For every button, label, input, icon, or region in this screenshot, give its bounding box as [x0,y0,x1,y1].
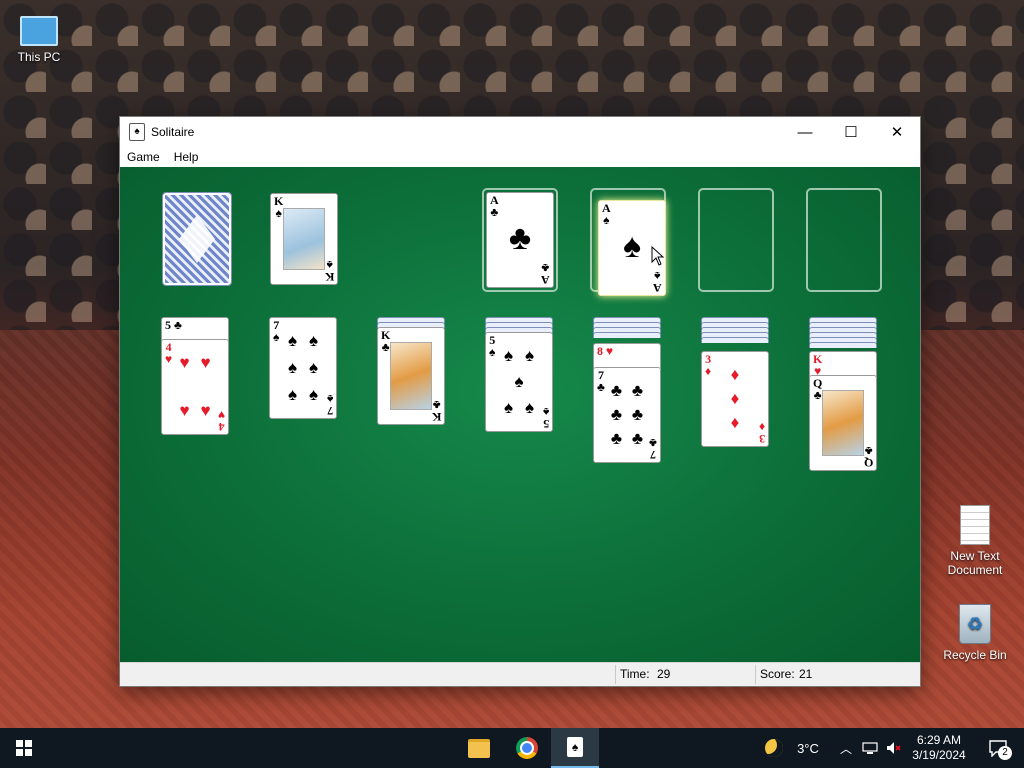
card-corner: 3 ♦ [705,352,712,378]
card-corner-bottom: A ♠ [653,269,662,295]
card-corner: 8 ♥ [597,344,614,358]
card-corner: 5 ♠ [489,333,496,359]
recycle-bin-icon: ♻ [959,604,991,644]
action-center-button[interactable]: 2 [978,728,1018,768]
computer-icon [20,16,58,46]
status-separator [755,665,756,684]
weather-temperature[interactable]: 3°C [790,728,826,768]
card-corner: K ♣ [381,328,391,354]
maximize-button[interactable]: ☐ [828,117,874,147]
card-corner-bottom: 5 ♠ [542,405,549,431]
card-corner-bottom: Q ♣ [863,444,873,470]
window-title: Solitaire [151,125,195,139]
card-corner-bottom: 7 ♠ [326,392,333,418]
mouse-cursor-icon [651,246,665,266]
game-board: K ♠ K ♠ A ♣ ♣ A ♣ A ♠ ♠ A ♠ 5 ♣ 4 ♥ ♥ ♥ ♥ ♥ 4 ♥ [120,167,920,663]
card-pips: ♠ ♠ ♠ ♠ ♠ ♠ [287,331,319,404]
taskbar: ♠ 3°C ︿ 6:29 AM 3/19/2024 2 [0,728,1024,768]
card-corner-bottom: 4 ♥ [217,408,225,434]
card-corner-bottom: 3 ♦ [758,420,765,446]
solitaire-app-icon: ♠ [129,123,145,141]
tableau-2-card-1[interactable]: 7 ♠ ♠ ♠ ♠ ♠ ♠ ♠ 7 ♠ [269,317,337,419]
card-face-art [283,208,325,270]
tableau-1-card-2[interactable]: 4 ♥ ♥ ♥ ♥ ♥ 4 ♥ [161,339,229,435]
taskbar-file-explorer[interactable] [455,728,503,768]
face-down-card-edge [809,342,877,348]
card-pips: ♣ ♣ ♣ ♣ ♣ ♣ [610,381,644,448]
solitaire-icon: ♠ [567,737,583,757]
network-icon[interactable] [858,728,882,768]
card-face-art [390,342,432,410]
title-bar[interactable]: ♠ Solitaire — ☐ ✕ [120,117,920,147]
desktop-icon-label: Recycle Bin [943,648,1007,662]
card-corner: K ♠ [274,194,284,220]
card-pips: ♠ ♠ ♠ ♠ ♠ [503,346,535,417]
status-separator [615,665,616,684]
clock[interactable]: 6:29 AM 3/19/2024 [906,728,972,768]
desktop-icon-label: New Text Document [947,549,1003,577]
start-button[interactable] [0,728,48,768]
card-corner-bottom: K ♠ [324,258,334,284]
menu-game[interactable]: Game [120,150,167,164]
text-document-icon [960,505,990,545]
card-corner: Q ♣ [813,376,823,402]
card-corner-bottom: K ♣ [431,398,441,424]
file-explorer-icon [468,738,490,758]
menu-bar: Game Help [120,147,920,167]
score-value: 21 [799,667,813,681]
score-label: Score: [760,667,795,681]
start-icon [16,740,32,756]
weather-icon [765,739,783,757]
card-corner: 4 ♥ [165,340,173,366]
stock-pile[interactable] [162,192,232,286]
card-back-pattern [179,215,215,263]
status-bar: Time: 29 Score: 21 [120,662,920,686]
time-label: Time: [620,667,650,681]
tableau-5-card-2[interactable]: 7 ♣ ♣ ♣ ♣ ♣ ♣ ♣ 7 ♣ [593,367,661,463]
desktop-icon-recycle-bin[interactable]: ♻ Recycle Bin [940,604,1010,662]
card-pips: ♦ ♦ ♦ [730,365,740,432]
clock-date: 3/19/2024 [912,748,966,762]
foundation-slot-4[interactable] [806,188,882,292]
foundation-card-1[interactable]: A ♣ ♣ A ♣ [486,192,554,288]
menu-help[interactable]: Help [167,150,206,164]
chevron-up-icon[interactable]: ︿ [836,728,856,768]
card-corner: A ♣ [490,193,499,219]
card-corner: 5 ♣ [165,318,182,332]
card-face-art [822,390,864,456]
face-down-card-edge [593,332,661,338]
desktop-icon-new-text-document[interactable]: New Text Document [940,505,1010,577]
face-down-card-edge [701,337,769,343]
tableau-6-card-1[interactable]: 3 ♦ ♦ ♦ ♦ 3 ♦ [701,351,769,447]
desktop-icon-this-pc[interactable]: This PC [4,10,74,64]
taskbar-chrome[interactable] [503,728,551,768]
tableau-7-card-2[interactable]: Q ♣ Q ♣ [809,375,877,471]
weather-widget[interactable] [758,728,790,768]
foundation-slot-3[interactable] [698,188,774,292]
tableau-3-card-1[interactable]: K ♣ K ♣ [377,327,445,425]
volume-muted-icon[interactable] [882,728,906,768]
card-corner: K ♥ [813,352,823,378]
card-corner: 7 ♠ [273,318,280,344]
card-center-suit: ♣ [508,220,532,257]
solitaire-window: ♠ Solitaire — ☐ ✕ Game Help K ♠ K ♠ A ♣ ♣ A… [120,117,920,686]
card-corner: 7 ♣ [597,368,605,394]
waste-card[interactable]: K ♠ K ♠ [270,193,338,285]
chrome-icon [516,737,538,759]
close-button[interactable]: ✕ [874,117,920,147]
card-corner: A ♠ [602,201,611,227]
card-corner-bottom: A ♣ [541,261,550,287]
desktop-icon-label: This PC [17,50,61,64]
taskbar-solitaire[interactable]: ♠ [551,728,599,768]
minimize-button[interactable]: — [782,117,828,147]
clock-time: 6:29 AM [916,733,962,747]
time-value: 29 [657,667,671,681]
tableau-4-card-1[interactable]: 5 ♠ ♠ ♠ ♠ ♠ ♠ 5 ♠ [485,332,553,432]
card-pips: ♥ ♥ ♥ ♥ [179,353,211,420]
card-corner-bottom: 7 ♣ [649,436,657,462]
notification-count-badge: 2 [998,746,1012,760]
